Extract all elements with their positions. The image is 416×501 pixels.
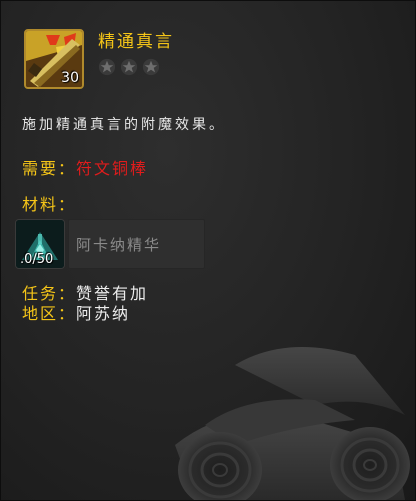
rank-stars xyxy=(98,58,160,76)
recipe-icon[interactable]: 30 xyxy=(24,29,84,89)
requirement-value: 符文铜棒 xyxy=(76,159,149,178)
recipe-count: 30 xyxy=(61,70,79,86)
star-icon xyxy=(142,58,160,76)
star-icon xyxy=(98,58,116,76)
materials-label: 材料： xyxy=(22,195,77,214)
recipe-title: 精通真言 xyxy=(98,32,174,52)
zone-value: 阿苏纳 xyxy=(76,304,131,323)
recipe-tooltip-panel: 30 精通真言 施加精通真言的附魔效果。 需要：符文铜棒 材料： .0/50 阿… xyxy=(0,0,416,501)
reagent-icon[interactable]: .0/50 xyxy=(15,219,65,269)
reagent-item[interactable]: .0/50 阿卡纳精华 xyxy=(15,219,205,269)
requirement-label: 需要： xyxy=(22,159,77,178)
reagent-name-box[interactable]: 阿卡纳精华 xyxy=(68,219,205,269)
scroll-decoration-icon xyxy=(175,347,410,500)
reagent-name: 阿卡纳精华 xyxy=(76,236,162,254)
recipe-description: 施加精通真言的附魔效果。 xyxy=(22,117,226,133)
star-icon xyxy=(120,58,138,76)
zone-label: 地区： xyxy=(22,304,77,323)
zone-row: 地区：阿苏纳 xyxy=(22,300,130,324)
reagent-count: .0/50 xyxy=(20,252,54,267)
requirement-row: 需要：符文铜棒 xyxy=(22,155,148,179)
